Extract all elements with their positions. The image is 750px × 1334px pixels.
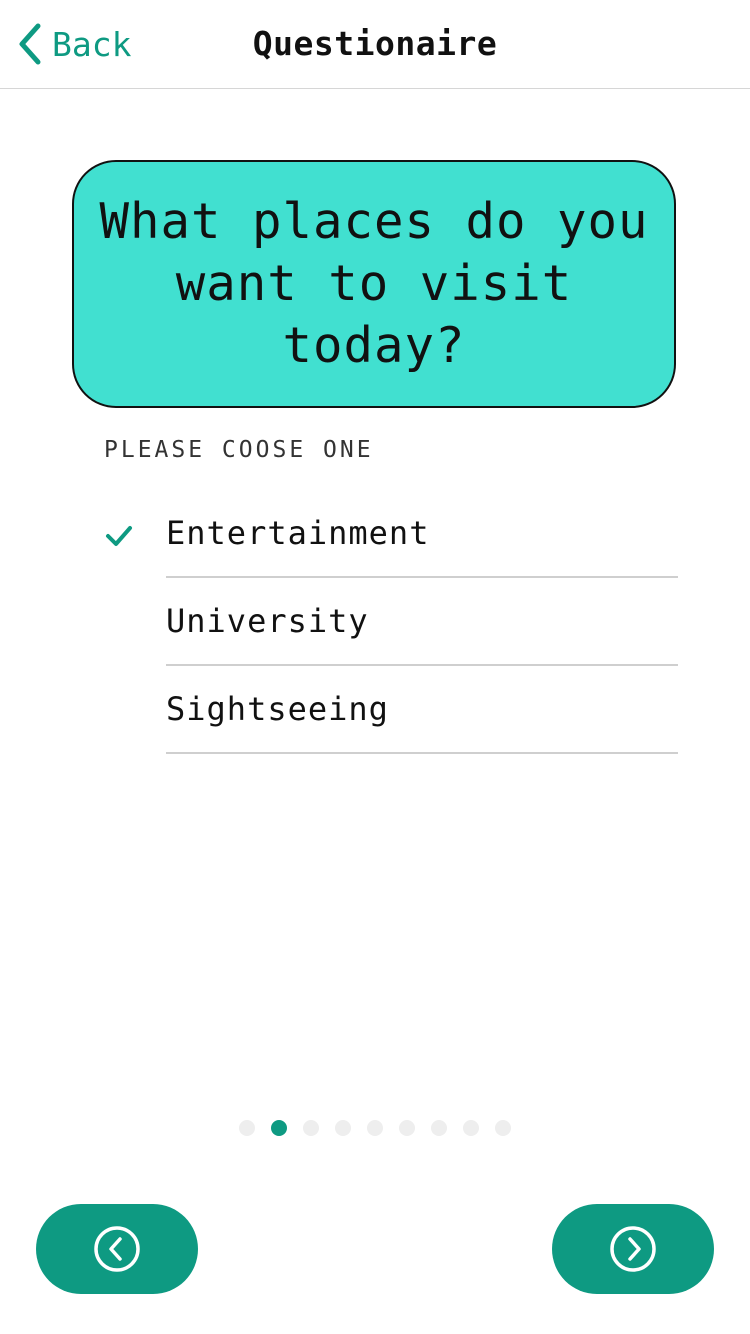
page-dot[interactable] [431, 1120, 447, 1136]
question-text: What places do you want to visit today? [99, 193, 649, 374]
option-sightseeing[interactable]: Sightseeing [0, 666, 750, 754]
page-dot[interactable] [271, 1120, 287, 1136]
circle-chevron-right-icon [610, 1226, 656, 1272]
page-dot[interactable] [239, 1120, 255, 1136]
divider [166, 752, 678, 754]
question-card: What places do you want to visit today? [72, 160, 676, 408]
option-label: Entertainment [166, 514, 430, 552]
page-indicator [0, 1120, 750, 1136]
navigation-bar: Back Questionaire [0, 0, 750, 89]
choice-hint: PLEASE COOSE ONE [104, 437, 374, 463]
option-label: Sightseeing [166, 690, 389, 728]
circle-chevron-left-icon [94, 1226, 140, 1272]
option-entertainment[interactable]: Entertainment [0, 490, 750, 578]
options-list: Entertainment University Sightseeing [0, 490, 750, 754]
next-button[interactable] [552, 1204, 714, 1294]
option-university[interactable]: University [0, 578, 750, 666]
page-dot[interactable] [463, 1120, 479, 1136]
page-dot[interactable] [335, 1120, 351, 1136]
page-dot[interactable] [495, 1120, 511, 1136]
page-title: Questionaire [252, 24, 498, 63]
page-dot[interactable] [303, 1120, 319, 1136]
page-dot[interactable] [399, 1120, 415, 1136]
option-label: University [166, 602, 369, 640]
page-dot[interactable] [367, 1120, 383, 1136]
previous-button[interactable] [36, 1204, 198, 1294]
checkmark-icon [106, 526, 132, 546]
